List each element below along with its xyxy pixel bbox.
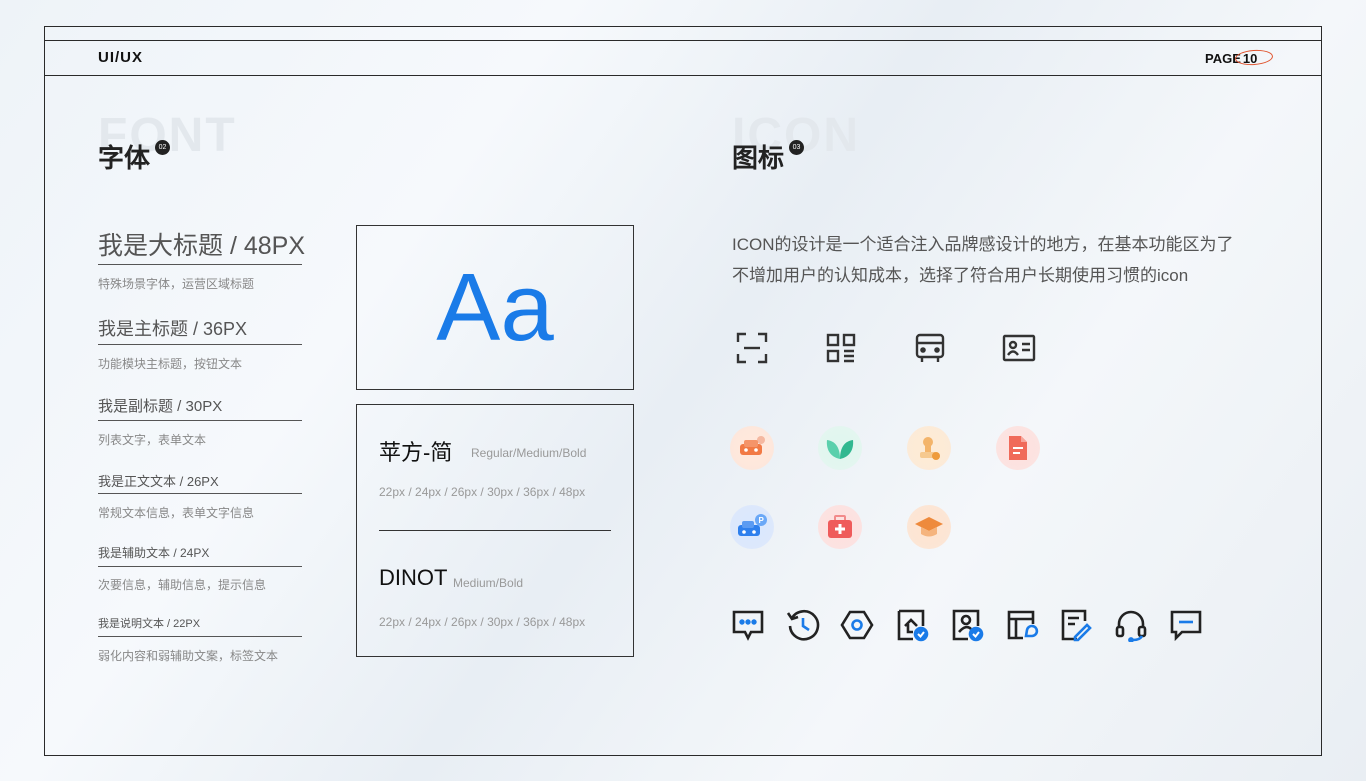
type-desc: 列表文字，表单文本 xyxy=(98,433,207,447)
graduation-cap-icon xyxy=(907,505,951,549)
type-desc: 特殊场景字体，运营区域标题 xyxy=(98,277,255,291)
brand-title: UI/UX xyxy=(98,49,144,66)
type-label: 我是辅助文本 / 24PX xyxy=(98,546,210,560)
edit-note-icon xyxy=(1058,607,1094,643)
type-row-36: 我是主标题 / 36PX xyxy=(98,315,302,345)
id-card-icon xyxy=(1000,330,1038,366)
font-family-box: 苹方-简 Regular/Medium/Bold 22px / 24px / 2… xyxy=(356,404,634,657)
type-row-26: 我是正文文本 / 26PX xyxy=(98,471,302,494)
font-sizes: 22px / 24px / 26px / 30px / 36px / 48px xyxy=(379,615,586,629)
type-label: 我是副标题 / 30PX xyxy=(98,398,223,415)
font-section-title: 字体 xyxy=(98,143,151,173)
font-name: 苹方-简 xyxy=(379,440,453,465)
card-chat-icon xyxy=(1004,607,1040,643)
document-icon xyxy=(996,426,1040,470)
type-rule xyxy=(98,566,302,567)
type-rule xyxy=(98,420,302,421)
car-wash-icon xyxy=(730,426,774,470)
qr-code-icon xyxy=(823,330,859,366)
headset-icon xyxy=(1113,607,1149,643)
type-row-22: 我是说明文本 / 22PX xyxy=(98,615,302,637)
font-sample: Aa xyxy=(436,253,554,361)
font-sizes: 22px / 24px / 26px / 30px / 36px / 48px xyxy=(379,485,586,499)
type-row-24: 我是辅助文本 / 24PX xyxy=(98,544,302,567)
svg-text:P: P xyxy=(759,516,765,525)
icon-description: ICON的设计是一个适合注入品牌感设计的地方，在基本功能区为了不增加用户的认知成… xyxy=(732,235,1234,285)
type-row-30: 我是副标题 / 30PX xyxy=(98,395,302,421)
home-check-icon xyxy=(894,607,930,643)
font-weights: Medium/Bold xyxy=(453,576,524,590)
font-sample-box: Aa xyxy=(356,225,634,390)
type-desc: 功能模块主标题，按钮文本 xyxy=(98,357,243,371)
type-desc: 弱化内容和弱辅助文案，标签文本 xyxy=(98,649,279,663)
type-rule xyxy=(98,344,302,345)
history-icon xyxy=(785,607,821,643)
page-number-wrap: 10 xyxy=(1234,48,1274,67)
type-row-48: 我是大标题 / 48PX xyxy=(98,226,305,265)
type-label: 我是主标题 / 36PX xyxy=(98,319,248,339)
type-desc: 常规文本信息，表单文字信息 xyxy=(98,506,255,520)
type-rule xyxy=(98,264,302,265)
type-label: 我是说明文本 / 22PX xyxy=(98,618,201,630)
type-label: 我是正文文本 / 26PX xyxy=(98,474,219,489)
medical-kit-icon xyxy=(818,505,862,549)
font-divider xyxy=(379,530,611,531)
header-bar xyxy=(44,40,1322,76)
type-rule xyxy=(98,493,302,494)
type-rule xyxy=(98,636,302,637)
type-label: 我是大标题 / 48PX xyxy=(98,232,305,260)
font-weights: Regular/Medium/Bold xyxy=(471,446,587,460)
message-icon xyxy=(730,607,766,643)
icon-section-title: 图标 xyxy=(732,143,785,173)
parking-icon: P xyxy=(730,505,774,549)
user-check-icon xyxy=(949,607,985,643)
font-section-badge: 02 xyxy=(155,140,170,155)
page-indicator: PAGE 10 xyxy=(1205,48,1274,67)
font-name: DINOT xyxy=(379,565,448,590)
scan-icon xyxy=(734,330,770,366)
type-desc: 次要信息，辅助信息，提示信息 xyxy=(98,578,267,592)
settings-hex-icon xyxy=(839,607,875,643)
comment-icon xyxy=(1168,607,1204,643)
stamp-icon xyxy=(907,426,951,470)
bus-icon xyxy=(912,330,948,366)
icon-section-badge: 03 xyxy=(789,140,804,155)
leaf-icon xyxy=(818,426,862,470)
